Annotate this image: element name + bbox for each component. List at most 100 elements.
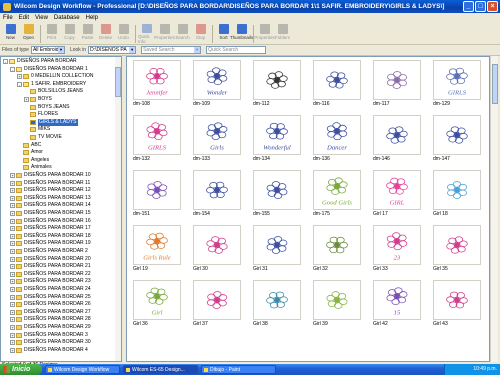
tree-node[interactable]: + DISEÑOS PARA BORDAR 10: [10, 172, 91, 179]
scrollbar-thumb[interactable]: [492, 64, 498, 104]
design-thumbnail[interactable]: Girls Rule Girl 19: [131, 224, 183, 275]
tree-node[interactable]: + DISEÑOS PARA BORDAR 27: [10, 309, 91, 316]
tree-node[interactable]: + DISEÑOS PARA BORDAR 25: [10, 294, 91, 301]
tree-scrollbar[interactable]: [115, 57, 121, 361]
tree-node[interactable]: + DISEÑOS PARA BORDAR 18: [10, 233, 91, 240]
tree-node[interactable]: + DISEÑOS PARA BORDAR 28: [10, 316, 91, 323]
tree-node[interactable]: + DISEÑOS PARA BORDAR 30: [10, 339, 91, 346]
expand-icon[interactable]: +: [10, 195, 15, 201]
look-in-select[interactable]: D:\DISEÑOS PA ▼: [88, 46, 137, 54]
toolbar-paste-button[interactable]: Paste: [79, 24, 96, 44]
tree-node[interactable]: TV MOVIE: [24, 134, 62, 141]
expand-icon[interactable]: +: [10, 256, 15, 262]
start-button[interactable]: Inicio: [0, 364, 42, 375]
design-thumbnail[interactable]: Girls dm-133: [191, 114, 243, 165]
tree-node[interactable]: BOLSILLOS JEANS: [24, 88, 83, 95]
tree-node[interactable]: Amor: [17, 149, 43, 156]
toolbar-sort-button[interactable]: Sort: [215, 24, 232, 44]
design-thumbnail[interactable]: GIRLS dm-132: [131, 114, 183, 165]
tree-node[interactable]: - DISEÑOS PARA BORDAR: [3, 58, 77, 65]
design-thumbnail[interactable]: Girl 18: [431, 169, 483, 220]
design-thumbnail[interactable]: Good Girls dm-175: [311, 169, 363, 220]
design-thumbnail[interactable]: Wonder dm-109: [191, 59, 243, 110]
expand-icon[interactable]: +: [10, 309, 15, 315]
expand-icon[interactable]: +: [10, 302, 15, 308]
design-thumbnail[interactable]: dm-117: [371, 59, 423, 110]
tree-node[interactable]: + DISEÑOS PARA BORDAR 15: [10, 210, 91, 217]
design-thumbnail[interactable]: Girl 31: [251, 224, 303, 275]
tree-node[interactable]: + DISEÑOS PARA BORDAR 22: [10, 271, 91, 278]
tree-node[interactable]: MIKS: [24, 126, 50, 133]
tree-node[interactable]: Angeles: [17, 157, 49, 164]
tree-node[interactable]: GIRLS & LADYS: [24, 118, 78, 126]
task-es65[interactable]: Wilcom ES-65 Design...: [123, 365, 198, 374]
tree-node[interactable]: + DISEÑOS PARA BORDAR 12: [10, 187, 91, 194]
task-workflow[interactable]: Wilcom Design Workflow: [45, 365, 120, 374]
design-thumbnail[interactable]: GIRLS dm-129: [431, 59, 483, 110]
tree-node[interactable]: + DISEÑOS PARA BORDAR 3: [10, 332, 88, 339]
tree-node[interactable]: + DISEÑOS PARA BORDAR 14: [10, 202, 91, 209]
design-thumbnail[interactable]: dm-151: [131, 169, 183, 220]
toolbar-properties2-button[interactable]: Properties: [254, 24, 275, 44]
minimize-button[interactable]: _: [463, 1, 474, 12]
collapse-icon[interactable]: -: [17, 81, 22, 87]
design-thumbnail[interactable]: dm-147: [431, 114, 483, 165]
quick-search-input[interactable]: Quick Search: [206, 46, 267, 54]
tree-node[interactable]: + DISEÑOS PARA BORDAR 29: [10, 324, 91, 331]
tree-node[interactable]: - DISEÑOS PARA BORDAR 1: [10, 66, 88, 73]
expand-icon[interactable]: +: [10, 203, 15, 209]
tree-node[interactable]: + DISEÑOS PARA BORDAR 17: [10, 225, 91, 232]
expand-icon[interactable]: +: [10, 188, 15, 194]
toolbar-undo-button[interactable]: Undo: [115, 24, 132, 44]
menu-edit[interactable]: Edit: [19, 13, 29, 23]
design-thumbnail[interactable]: 23 Girl 33: [371, 224, 423, 275]
tree-node[interactable]: +0 MEDELLIN COLLECTION: [17, 73, 94, 80]
expand-icon[interactable]: +: [10, 211, 15, 216]
tree-node[interactable]: Animales: [17, 164, 52, 171]
tree-node[interactable]: + DISEÑOS PARA BORDAR 19: [10, 240, 91, 247]
design-thumbnail[interactable]: Girl 37: [191, 279, 243, 330]
design-thumbnail[interactable]: Girl 38: [251, 279, 303, 330]
tree-node[interactable]: + DISEÑOS PARA BORDAR 21: [10, 263, 91, 270]
toolbar-new-button[interactable]: New: [2, 24, 19, 44]
design-thumbnail[interactable]: Girl 39: [311, 279, 363, 330]
expand-icon[interactable]: +: [10, 233, 15, 239]
expand-icon[interactable]: +: [24, 97, 29, 102]
files-of-type-select[interactable]: All Embroid ▼: [30, 46, 65, 54]
expand-icon[interactable]: +: [10, 271, 15, 277]
design-thumbnail[interactable]: Dancer dm-136: [311, 114, 363, 165]
expand-icon[interactable]: +: [10, 347, 15, 353]
task-paint[interactable]: Dibujo - Paint: [201, 365, 276, 374]
toolbar-copy-button[interactable]: Copy: [61, 24, 78, 44]
tree-node[interactable]: + DISEÑOS PARA BORDAR 16: [10, 218, 91, 225]
expand-icon[interactable]: +: [10, 294, 15, 300]
expand-icon[interactable]: +: [10, 287, 15, 292]
toolbar-print-button[interactable]: Print: [43, 24, 60, 44]
expand-icon[interactable]: +: [10, 218, 15, 224]
scrollbar-thumb[interactable]: [115, 67, 121, 97]
tree-node[interactable]: + DISEÑOS PARA BORDAR 11: [10, 180, 90, 187]
toolbar-stop-button[interactable]: Stop: [192, 24, 209, 44]
design-thumbnail[interactable]: dm-146: [371, 114, 423, 165]
expand-icon[interactable]: +: [10, 173, 15, 178]
design-thumbnail[interactable]: Girl 30: [191, 224, 243, 275]
collapse-icon[interactable]: -: [10, 66, 15, 72]
design-thumbnail[interactable]: dm-112: [251, 59, 303, 110]
expand-icon[interactable]: +: [17, 74, 22, 80]
tree-node[interactable]: + DISEÑOS PARA BORDAR 26: [10, 301, 91, 308]
design-thumbnail[interactable]: Girl 43: [431, 279, 483, 330]
design-thumbnail[interactable]: GIRL Girl 17: [371, 169, 423, 220]
tree-node[interactable]: + DISEÑOS PARA BORDAR 20: [10, 256, 91, 263]
tree-node[interactable]: + BOYS: [24, 96, 52, 103]
tree-node[interactable]: + DISEÑOS PARA BORDAR 2: [10, 248, 88, 255]
tree-node[interactable]: + DISEÑOS PARA BORDAR 4: [10, 347, 88, 354]
expand-icon[interactable]: +: [10, 317, 15, 323]
tree-node[interactable]: - 1 SAFIR. EMBROIDERY: [17, 81, 86, 88]
expand-icon[interactable]: +: [10, 226, 15, 232]
design-thumbnail[interactable]: dm-116: [311, 59, 363, 110]
design-thumbnail[interactable]: Girl 35: [431, 224, 483, 275]
folder-tree[interactable]: - DISEÑOS PARA BORDAR - DISEÑOS PARA BORDAR…: [0, 56, 122, 362]
saved-search-input[interactable]: Saved Search ▼: [141, 46, 202, 54]
expand-icon[interactable]: +: [10, 241, 15, 247]
menu-database[interactable]: Database: [54, 13, 80, 23]
